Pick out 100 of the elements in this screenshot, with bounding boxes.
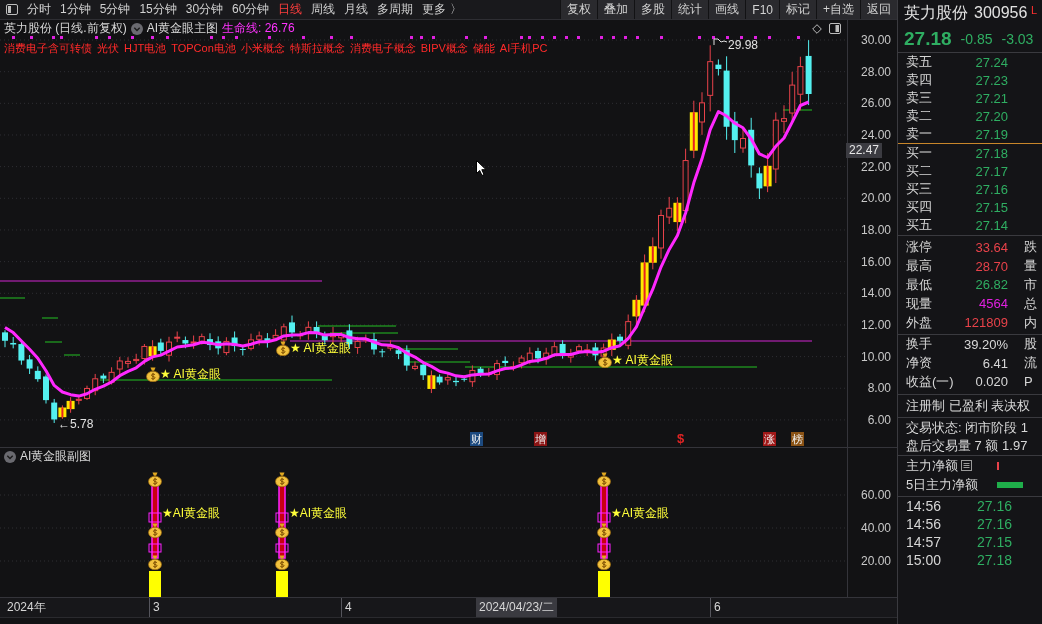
stat-label: 量 <box>1023 257 1038 276</box>
bid-price: 27.14 <box>975 217 1008 233</box>
signal-label: ★ AI黄金眼 <box>612 353 673 367</box>
concept-label: 消费电子概念 <box>349 42 416 55</box>
price-axis-label: 26.00 <box>860 96 891 111</box>
event-marker[interactable]: $ <box>676 432 686 446</box>
toolbar-button[interactable]: 画线 <box>708 0 746 19</box>
concept-label: HJT电池 <box>124 42 167 55</box>
life-line-value: 生命线: 26.76 <box>222 20 295 37</box>
stat-value: 4564 <box>979 296 1008 312</box>
ask-price: 27.20 <box>975 108 1008 124</box>
bid-price: 27.17 <box>975 163 1008 179</box>
event-marker[interactable]: 财 <box>470 432 483 446</box>
signal-bar <box>276 571 288 597</box>
event-marker[interactable]: 榜 <box>791 432 804 446</box>
trade-time: 14:56 <box>906 516 943 533</box>
money-bag-icon <box>275 472 289 487</box>
money-bag-icon <box>146 367 160 382</box>
toolbar-button[interactable]: F10 <box>745 0 779 19</box>
leader-line <box>713 38 728 46</box>
stat-value: 0.020 <box>975 374 1008 390</box>
period-tab[interactable]: 分时 <box>23 0 55 19</box>
high-price-label: 29.98 <box>728 38 759 52</box>
stat-value: 26.82 <box>975 277 1008 293</box>
trade-time: 15:00 <box>906 552 943 569</box>
list-icon[interactable] <box>961 460 972 472</box>
stat-label: 市 <box>1023 276 1038 294</box>
collapse-icon[interactable] <box>4 450 16 463</box>
fund-flow-tick <box>997 461 999 470</box>
sidebar-toggle-icon[interactable] <box>6 4 18 15</box>
price-axis-label: 18.00 <box>860 222 891 237</box>
stat-value: 28.70 <box>975 258 1008 274</box>
trade-price: 27.16 <box>976 498 1012 515</box>
stat-value: 33.64 <box>975 239 1008 255</box>
bid-level-label: 买四 <box>906 198 933 216</box>
indicator-axis-label: 40.00 <box>860 521 891 535</box>
trade-price: 27.16 <box>976 516 1012 533</box>
toolbar-button[interactable]: 标记 <box>779 0 816 19</box>
sub-chart-title: AI黄金眼副图 <box>20 448 92 465</box>
time-axis-label: 2024年 <box>6 599 47 616</box>
price-axis-label: 20.00 <box>860 191 891 206</box>
money-bag-icon <box>275 555 289 570</box>
concept-label: 消费电子含可转债 <box>4 42 92 55</box>
trade-price: 27.18 <box>976 552 1012 569</box>
toolbar-button[interactable]: 返回 <box>860 0 897 19</box>
ask-level-label: 卖二 <box>906 107 933 125</box>
stat-label: 涨停 <box>906 238 933 257</box>
stat-label: P <box>1023 374 1034 390</box>
bid-price: 27.18 <box>975 145 1008 161</box>
concept-label: 储能 <box>472 42 495 55</box>
bid-level-label: 买一 <box>906 144 933 162</box>
stat-label: 现量 <box>906 294 933 313</box>
price-axis-label: 14.00 <box>860 286 891 301</box>
period-tab[interactable]: 更多 〉 <box>418 0 466 19</box>
fund-flow-bar <box>997 481 1023 488</box>
toolbar-button[interactable]: 复权 <box>560 0 598 19</box>
money-bag-icon <box>597 472 611 487</box>
event-marker[interactable]: 增 <box>534 432 547 446</box>
signal-bar <box>598 571 610 597</box>
concept-label: BIPV概念 <box>420 42 468 55</box>
stock-code: 300956 <box>974 4 1028 22</box>
period-tab[interactable]: 30分钟 <box>181 0 228 19</box>
collapse-icon[interactable] <box>130 22 143 35</box>
period-tab[interactable]: 1分钟 <box>56 0 95 19</box>
signal-candle <box>58 404 67 420</box>
support-line <box>41 317 59 319</box>
period-tab[interactable]: 日线 <box>274 0 307 19</box>
toolbar-button[interactable]: +自选 <box>816 0 860 19</box>
trade-time: 14:57 <box>906 534 943 551</box>
period-tab[interactable]: 周线 <box>307 0 340 19</box>
period-tab[interactable]: 5分钟 <box>95 0 135 19</box>
price-axis-label: 16.00 <box>860 254 891 269</box>
toolbar-button[interactable]: 多股 <box>634 0 672 19</box>
toolbar-button[interactable]: 叠加 <box>597 0 635 19</box>
support-line <box>63 354 81 356</box>
signal-candle <box>66 396 75 414</box>
time-axis-label: 6 <box>710 598 724 617</box>
panel-toggle-icon[interactable] <box>829 23 841 34</box>
fund-flow-label: 主力净额 <box>906 456 958 475</box>
stat-value: 39.20% <box>963 336 1008 352</box>
support-line <box>329 332 399 334</box>
period-tab[interactable]: 60分钟 <box>228 0 274 19</box>
toolbar-button[interactable]: 统计 <box>671 0 709 19</box>
pointer-cursor-icon <box>476 160 486 176</box>
event-marker[interactable]: 涨 <box>763 432 776 446</box>
stat-label: 最低 <box>906 276 933 294</box>
money-bag-icon <box>148 523 162 538</box>
diamond-icon[interactable] <box>812 24 822 34</box>
ask-price: 27.24 <box>975 54 1008 70</box>
period-tab[interactable]: 15分钟 <box>135 0 181 19</box>
support-line <box>395 348 459 350</box>
stat-label: 总 <box>1023 294 1038 313</box>
signal-candle <box>689 100 698 159</box>
price-axis-label: 12.00 <box>860 317 891 332</box>
support-line <box>44 341 63 343</box>
period-tab[interactable]: 多周期 <box>373 0 418 19</box>
signal-candle <box>427 370 436 394</box>
period-tab[interactable]: 月线 <box>340 0 373 19</box>
trading-status: 盘后交易量 7 额 1.97 <box>906 437 1028 456</box>
concept-label: 小米概念 <box>240 42 285 55</box>
